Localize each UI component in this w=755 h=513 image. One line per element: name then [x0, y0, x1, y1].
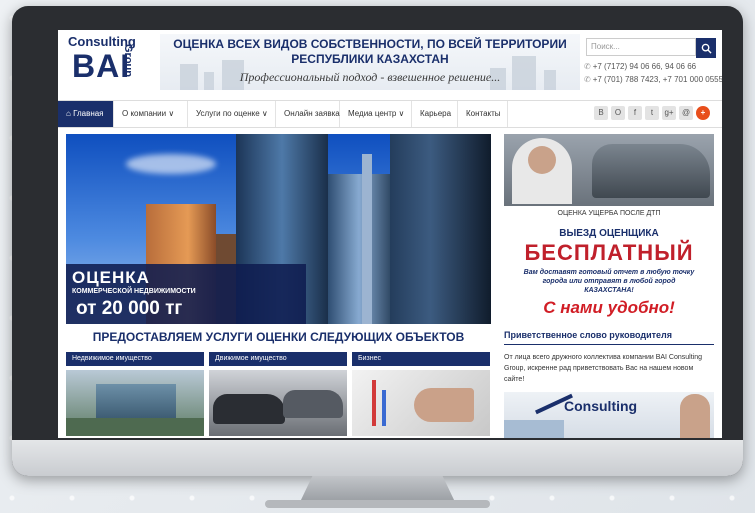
promo-line-1: ВЫЕЗД ОЦЕНЩИКА: [559, 228, 659, 239]
car-photo: [592, 144, 710, 198]
business-image[interactable]: [352, 370, 490, 436]
nav-item-about[interactable]: О компании ∨: [114, 101, 188, 127]
nav-item-career[interactable]: Карьера: [412, 101, 458, 127]
phone-line-1: ✆ +7 (7172) 94 06 66, 94 06 66: [584, 62, 697, 71]
monitor-stand: [300, 476, 455, 502]
search-button[interactable]: [696, 38, 716, 58]
services-title: ПРЕДОСТАВЛЯЕМ УСЛУГИ ОЦЕНКИ СЛЕДУЮЩИХ ОБ…: [92, 330, 465, 344]
header-banner: ОЦЕНКА ВСЕХ ВИДОВ СОБСТВЕННОСТИ, ПО ВСЕЙ…: [160, 34, 580, 90]
search-icon: [701, 43, 712, 54]
phone-icon: ✆: [584, 62, 591, 71]
banner-slogan: Профессиональный подход - взвешенное реш…: [239, 70, 501, 84]
hero-slider[interactable]: ОЦЕНКА КОММЕРЧЕСКОЙ НЕДВИЖИМОСТИ от 20 0…: [66, 134, 491, 324]
nav-item-media[interactable]: Медиа центр ∨: [340, 101, 412, 127]
banner-line-2: РЕСПУБЛИКИ КАЗАХСТАН: [291, 52, 449, 66]
hero-subtitle: КОММЕРЧЕСКОЙ НЕДВИЖИМОСТИ: [72, 288, 196, 295]
phone-icon: ✆: [584, 75, 591, 84]
ceo-greeting-title[interactable]: Приветственное слово руководителя: [504, 330, 714, 345]
promo-line-4: С нами удобно!: [543, 298, 675, 317]
nav-item-services[interactable]: Услуги по оценке ∨: [188, 101, 276, 127]
tab-business[interactable]: Бизнес: [352, 352, 490, 366]
ceo-greeting-image[interactable]: Consulting: [504, 392, 714, 438]
logo-side-text: Group: [122, 44, 134, 77]
google-plus-icon[interactable]: g+: [662, 106, 676, 120]
phone-line-2: ✆ +7 (701) 788 7423, +7 701 000 0555: [584, 75, 722, 84]
odnoklassniki-icon[interactable]: О: [611, 106, 625, 120]
nav-item-home[interactable]: ⌂ Главная: [58, 101, 114, 127]
promo-line-3: Вам доставят готовый отчет в любую точку…: [523, 269, 695, 294]
nav-item-online-request[interactable]: Онлайн заявка: [276, 101, 340, 127]
real-estate-image[interactable]: [66, 370, 204, 436]
monitor-frame: Consulting BAI Group ОЦЕНКА ВСЕХ ВИДОВ С…: [12, 6, 743, 476]
promo-line-2: БЕСПЛАТНЫЙ: [524, 240, 694, 265]
damage-assessment-banner[interactable]: ОЦЕНКА УЩЕРБА ПОСЛЕ ДТП: [504, 134, 714, 222]
tab-real-estate[interactable]: Недвижимое имущество: [66, 352, 204, 366]
vk-icon[interactable]: В: [594, 106, 608, 120]
twitter-icon[interactable]: t: [645, 106, 659, 120]
ceo-greeting-text: От лица всего дружного коллектива компан…: [504, 354, 703, 383]
hero-price: от 20 000 тг: [76, 298, 183, 319]
nav-item-contacts[interactable]: Контакты: [458, 101, 508, 127]
monitor-base: [265, 500, 490, 508]
home-icon: ⌂: [66, 109, 74, 118]
logo[interactable]: Consulting BAI Group: [64, 34, 156, 90]
hero-title: ОЦЕНКА: [72, 268, 150, 287]
main-navigation: ⌂ Главная О компании ∨ Услуги по оценке …: [58, 100, 722, 128]
monitor-chin: [12, 440, 743, 476]
facebook-icon[interactable]: f: [628, 106, 642, 120]
plus-icon[interactable]: +: [696, 106, 710, 120]
site-header: Consulting BAI Group ОЦЕНКА ВСЕХ ВИДОВ С…: [58, 30, 722, 94]
search-input[interactable]: Поиск...: [586, 38, 696, 56]
damage-caption: ОЦЕНКА УЩЕРБА ПОСЛЕ ДТП: [504, 206, 714, 222]
mail-icon[interactable]: @: [679, 106, 693, 120]
ceo-image-text: Consulting: [564, 398, 638, 414]
banner-line-1: ОЦЕНКА ВСЕХ ВИДОВ СОБСТВЕННОСТИ, ПО ВСЕЙ…: [173, 37, 567, 51]
tab-movable-property[interactable]: Движимое имущество: [209, 352, 347, 366]
movable-property-image[interactable]: [209, 370, 347, 436]
website-screen: Consulting BAI Group ОЦЕНКА ВСЕХ ВИДОВ С…: [58, 30, 722, 438]
free-visit-promo[interactable]: ВЫЕЗД ОЦЕНЩИКА БЕСПЛАТНЫЙ Вам доставят г…: [504, 226, 714, 326]
hero-caption: ОЦЕНКА КОММЕРЧЕСКОЙ НЕДВИЖИМОСТИ от 20 0…: [66, 264, 306, 324]
